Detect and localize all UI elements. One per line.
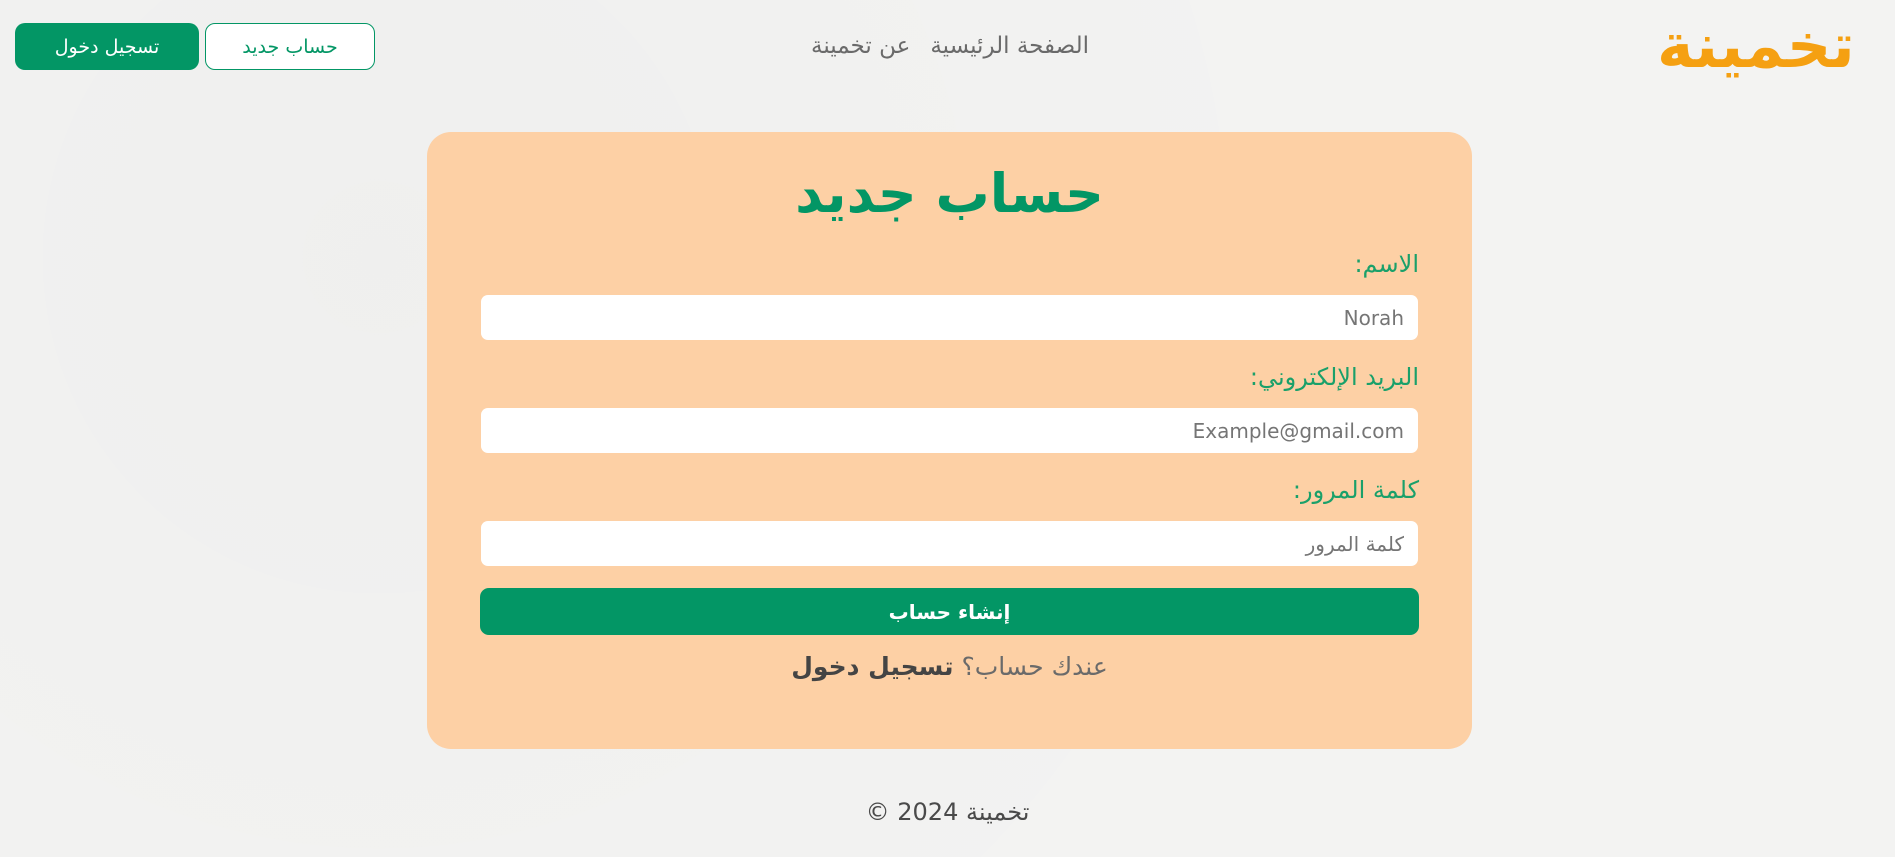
signup-title: حساب جديد [795,162,1104,225]
have-account-line: عندك حساب؟ تسجيل دخول [427,652,1472,681]
footer-copyright: تخمينة 2024 © [865,798,1030,826]
login-button[interactable]: تسجيل دخول [15,23,199,70]
main-nav: الصفحة الرئيسية عن تخمينة [790,28,1110,64]
create-account-button[interactable]: إنشاء حساب [480,588,1419,635]
register-button[interactable]: حساب جديد [205,23,375,70]
name-label: الاسم: [1354,250,1419,278]
password-label: كلمة المرور: [1292,476,1419,504]
email-label: البريد الإلكتروني: [1249,363,1419,391]
email-input[interactable] [481,408,1418,453]
login-link[interactable]: تسجيل دخول [791,652,953,681]
nav-home-link[interactable]: الصفحة الرئيسية [930,33,1089,59]
logo-text: تخمينة [1657,9,1856,82]
nav-about-link[interactable]: عن تخمينة [811,33,910,59]
logo-part: تخمينة [1657,9,1856,82]
header: تسجيل دخول حساب جديد الصفحة الرئيسية عن … [0,0,1895,92]
password-input[interactable] [481,521,1418,566]
logo[interactable]: تخمينة [1657,6,1867,86]
name-input[interactable] [481,295,1418,340]
signup-card: حساب جديد الاسم: البريد الإلكتروني: كلمة… [427,132,1472,749]
page: تسجيل دخول حساب جديد الصفحة الرئيسية عن … [0,0,1895,857]
have-account-text: عندك حساب؟ [961,652,1108,681]
